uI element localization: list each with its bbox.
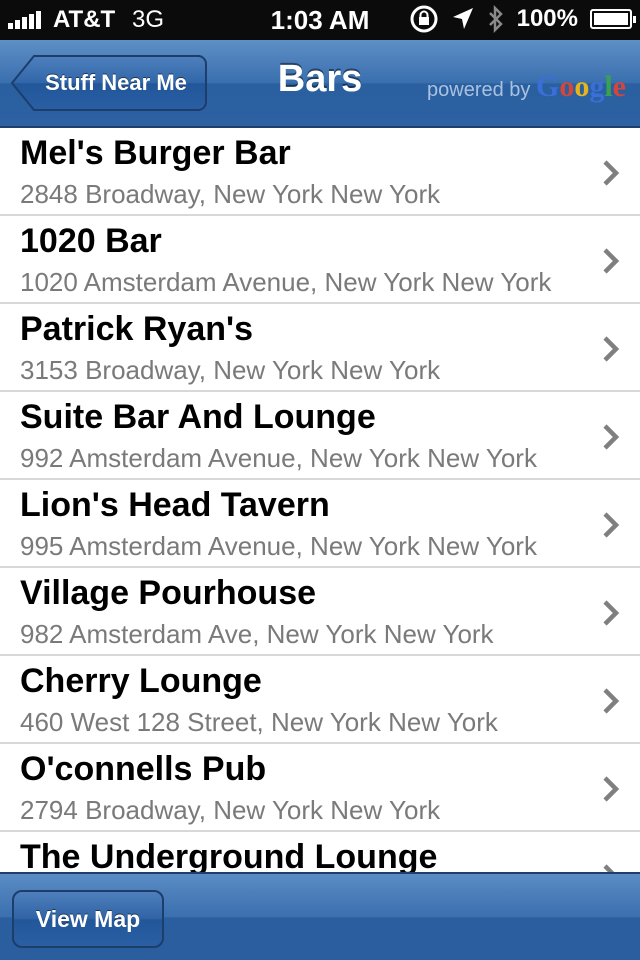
navigation-bar: Stuff Near Me Bars powered by Google: [0, 40, 640, 128]
back-button-label: Stuff Near Me: [45, 70, 187, 95]
list-item[interactable]: The Underground Lounge: [0, 832, 640, 872]
rotation-lock-icon: [410, 5, 438, 33]
chevron-right-icon: [603, 336, 620, 362]
places-list[interactable]: Mel's Burger Bar 2848 Broadway, New York …: [0, 128, 640, 872]
back-button[interactable]: Stuff Near Me: [10, 54, 208, 112]
place-address: 2848 Broadway, New York New York: [20, 179, 441, 209]
place-name: 1020 Bar: [20, 222, 162, 260]
battery-icon: [590, 9, 636, 29]
place-name: Suite Bar And Lounge: [20, 398, 376, 436]
status-icons: 100%: [409, 4, 636, 34]
bluetooth-icon: [488, 4, 503, 34]
list-item[interactable]: Village Pourhouse 982 Amsterdam Ave, New …: [0, 568, 640, 656]
chevron-right-icon: [603, 688, 620, 714]
place-name: Patrick Ryan's: [20, 310, 253, 348]
place-address: 995 Amsterdam Avenue, New York New York: [20, 531, 537, 561]
bottom-toolbar: View Map: [0, 872, 640, 960]
list-item[interactable]: 1020 Bar 1020 Amsterdam Avenue, New York …: [0, 216, 640, 304]
chevron-right-icon: [603, 160, 620, 186]
place-name: Village Pourhouse: [20, 574, 317, 612]
place-name: O'connells Pub: [20, 750, 267, 788]
list-item[interactable]: O'connells Pub 2794 Broadway, New York Ne…: [0, 744, 640, 832]
place-address: 460 West 128 Street, New York New York: [20, 707, 498, 737]
place-address: 2794 Broadway, New York New York: [20, 795, 441, 825]
list-item[interactable]: Suite Bar And Lounge 992 Amsterdam Avenue…: [0, 392, 640, 480]
powered-by-google: powered by Google: [427, 70, 626, 104]
place-name: Lion's Head Tavern: [20, 486, 330, 524]
chevron-right-icon: [603, 424, 620, 450]
list-item[interactable]: Cherry Lounge 460 West 128 Street, New Yo…: [0, 656, 640, 744]
google-logo: Google: [535, 70, 626, 103]
location-arrow-icon: [452, 8, 473, 29]
list-item[interactable]: Mel's Burger Bar 2848 Broadway, New York …: [0, 128, 640, 216]
place-address: 1020 Amsterdam Avenue, New York New York: [20, 267, 552, 297]
place-name: The Underground Lounge: [20, 838, 438, 872]
page-title: Bars: [277, 58, 363, 100]
chevron-right-icon: [603, 248, 620, 274]
chevron-right-icon: [603, 864, 615, 872]
chevron-right-icon: [603, 512, 620, 538]
chevron-right-icon: [603, 776, 620, 802]
place-address: 982 Amsterdam Ave, New York New York: [20, 619, 494, 649]
place-address: 992 Amsterdam Avenue, New York New York: [20, 443, 537, 473]
view-map-button[interactable]: View Map: [12, 890, 164, 948]
battery-percent: 100%: [516, 5, 578, 32]
list-item[interactable]: Lion's Head Tavern 995 Amsterdam Avenue, …: [0, 480, 640, 568]
place-name: Mel's Burger Bar: [20, 134, 291, 172]
powered-by-label: powered by: [427, 79, 531, 101]
chevron-right-icon: [603, 600, 620, 626]
list-item[interactable]: Patrick Ryan's 3153 Broadway, New York Ne…: [0, 304, 640, 392]
place-address: 3153 Broadway, New York New York: [20, 355, 441, 385]
status-bar: AT&T 3G 1:03 AM 100%: [0, 0, 640, 40]
place-name: Cherry Lounge: [20, 662, 262, 700]
